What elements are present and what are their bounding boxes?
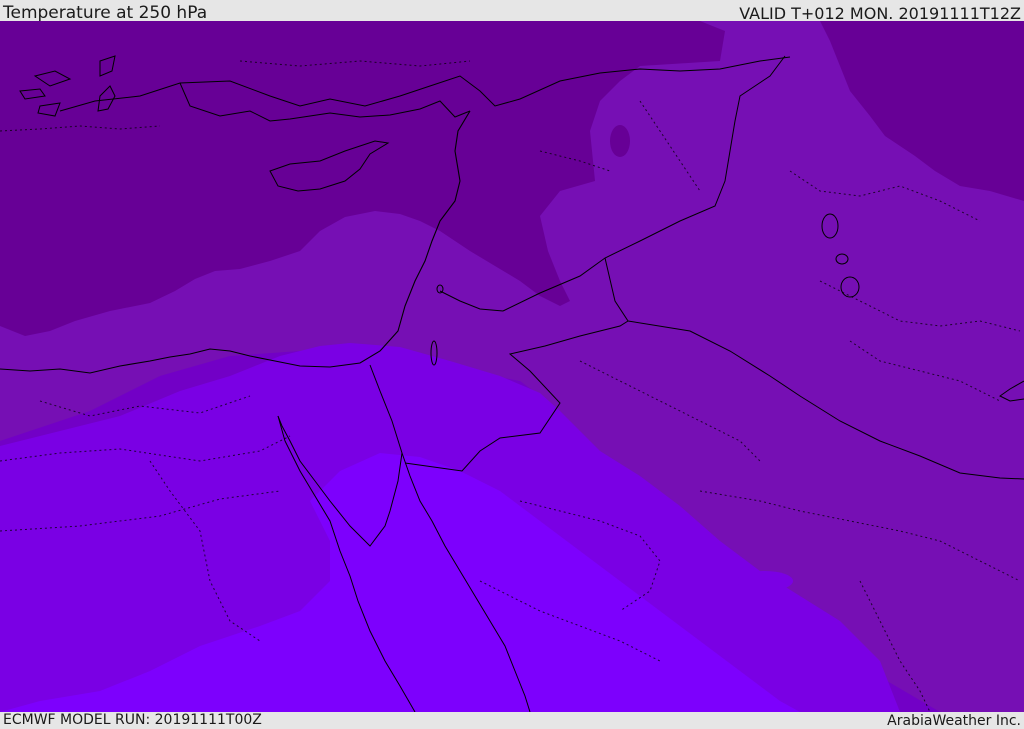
temperature-map xyxy=(0,21,1024,712)
warm-blob-east xyxy=(813,647,831,659)
header-bar: Temperature at 250 hPa VALID T+012 MON. … xyxy=(0,0,1024,23)
warm-blob-arabia xyxy=(737,571,793,591)
footer-bar: ECMWF MODEL RUN: 20191111T00Z ArabiaWeat… xyxy=(0,712,1024,729)
model-run-label: ECMWF MODEL RUN: 20191111T00Z xyxy=(3,712,262,728)
forecast-map-frame: Temperature at 250 hPa VALID T+012 MON. … xyxy=(0,0,1024,729)
credit-label: ArabiaWeather Inc. xyxy=(887,713,1021,729)
map-canvas xyxy=(0,21,1024,712)
cold-blob-syria xyxy=(610,125,630,157)
map-title: Temperature at 250 hPa xyxy=(3,3,208,23)
